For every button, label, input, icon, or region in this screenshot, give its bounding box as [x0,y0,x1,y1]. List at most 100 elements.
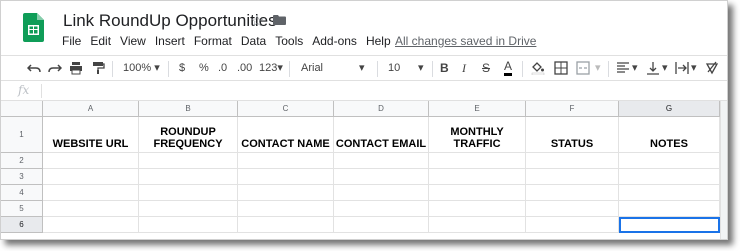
cell-c5[interactable] [238,201,334,217]
row-header-5[interactable]: 5 [1,201,43,217]
font-size-select[interactable]: 10 ▾ [388,60,428,76]
cell-g4[interactable] [619,185,720,201]
column-header-d[interactable]: D [334,101,429,117]
text-color-button[interactable]: A [504,60,513,76]
chevron-down-icon[interactable]: ▾ [691,60,697,76]
text-wrap-icon[interactable] [675,61,689,75]
cell-c4[interactable] [238,185,334,201]
vertical-scrollbar[interactable] [720,101,727,239]
chevron-down-icon: ▾ [418,62,424,74]
increase-decimal-button[interactable]: .00 [237,60,252,76]
row-header-3[interactable]: 3 [1,169,43,185]
chevron-down-icon[interactable]: ▾ [662,60,668,76]
header-cell-roundup-frequency[interactable]: ROUNDUP FREQUENCY [139,117,238,153]
cell-e2[interactable] [429,153,526,169]
print-icon[interactable] [69,61,83,75]
header-cell-contact-email[interactable]: CONTACT EMAIL [334,117,429,153]
cell-f4[interactable] [526,185,619,201]
cell-e6[interactable] [429,217,526,233]
bold-button[interactable]: B [440,60,449,76]
menu-insert[interactable]: Insert [155,34,185,48]
strikethrough-button[interactable]: S [482,60,490,76]
cell-b6[interactable] [139,217,238,233]
cell-f6[interactable] [526,217,619,233]
cell-d3[interactable] [334,169,429,185]
column-header-e[interactable]: E [429,101,526,117]
cell-c6[interactable] [238,217,334,233]
font-select[interactable]: Arial ▾ [301,60,371,76]
cell-c3[interactable] [238,169,334,185]
cell-d2[interactable] [334,153,429,169]
italic-button[interactable]: I [462,60,466,76]
cell-g2[interactable] [619,153,720,169]
header-cell-status[interactable]: STATUS [526,117,619,153]
save-status-link[interactable]: All changes saved in Drive [395,34,536,48]
menu-data[interactable]: Data [241,34,266,48]
cell-e4[interactable] [429,185,526,201]
cell-b5[interactable] [139,201,238,217]
menu-view[interactable]: View [120,34,146,48]
redo-icon[interactable] [48,61,62,75]
cell-e3[interactable] [429,169,526,185]
currency-button[interactable]: $ [179,60,185,76]
cell-a4[interactable] [43,185,139,201]
header-cell-monthly-traffic[interactable]: MONTHLY TRAFFIC [429,117,526,153]
cell-b4[interactable] [139,185,238,201]
menu-addons[interactable]: Add-ons [312,34,357,48]
cell-f3[interactable] [526,169,619,185]
text-rotation-icon[interactable] [705,61,719,75]
cell-d5[interactable] [334,201,429,217]
menu-edit[interactable]: Edit [90,34,111,48]
chevron-down-icon[interactable]: ▾ [595,60,601,76]
chevron-down-icon[interactable]: ▾ [632,60,638,76]
cell-g5[interactable] [619,201,720,217]
zoom-select[interactable]: 100% ▾ [123,60,160,76]
cell-d6[interactable] [334,217,429,233]
column-header-a[interactable]: A [43,101,139,117]
menu-help[interactable]: Help [366,34,391,48]
document-title[interactable]: Link RoundUp Opportunities [63,11,277,31]
align-left-icon[interactable] [616,61,630,75]
more-formats-select[interactable]: 123▾ [259,60,283,76]
column-header-c[interactable]: C [238,101,334,117]
undo-icon[interactable] [27,61,41,75]
header-cell-notes[interactable]: NOTES [619,117,720,153]
row-header-2[interactable]: 2 [1,153,43,169]
cell-a3[interactable] [43,169,139,185]
vertical-align-icon[interactable] [646,61,660,75]
folder-icon[interactable] [273,15,286,25]
google-sheets-icon[interactable] [23,13,44,42]
header-cell-website-url[interactable]: WEBSITE URL [43,117,139,153]
selected-cell[interactable] [619,217,720,233]
cell-g3[interactable] [619,169,720,185]
cell-a2[interactable] [43,153,139,169]
header-cell-contact-name[interactable]: CONTACT NAME [238,117,334,153]
menu-format[interactable]: Format [194,34,232,48]
star-icon[interactable]: ☆ [250,11,264,31]
row-header-4[interactable]: 4 [1,185,43,201]
cell-b3[interactable] [139,169,238,185]
column-header-g[interactable]: G [619,101,720,117]
menu-file[interactable]: File [62,34,81,48]
cell-a6[interactable] [43,217,139,233]
merge-cells-icon[interactable] [576,61,590,75]
percent-button[interactable]: % [199,60,209,76]
cell-f5[interactable] [526,201,619,217]
cell-a5[interactable] [43,201,139,217]
cell-d4[interactable] [334,185,429,201]
borders-icon[interactable] [554,61,568,75]
cell-b2[interactable] [139,153,238,169]
formula-bar[interactable]: fx [1,82,727,101]
column-header-b[interactable]: B [139,101,238,117]
select-all-corner[interactable] [1,101,43,117]
menu-tools[interactable]: Tools [275,34,303,48]
row-header-1[interactable]: 1 [1,117,43,153]
cell-e5[interactable] [429,201,526,217]
decrease-decimal-button[interactable]: .0 [218,60,227,76]
row-header-6[interactable]: 6 [1,217,43,233]
fill-color-icon[interactable] [531,61,545,75]
paint-format-icon[interactable] [91,61,105,75]
cell-c2[interactable] [238,153,334,169]
column-header-f[interactable]: F [526,101,619,117]
cell-f2[interactable] [526,153,619,169]
